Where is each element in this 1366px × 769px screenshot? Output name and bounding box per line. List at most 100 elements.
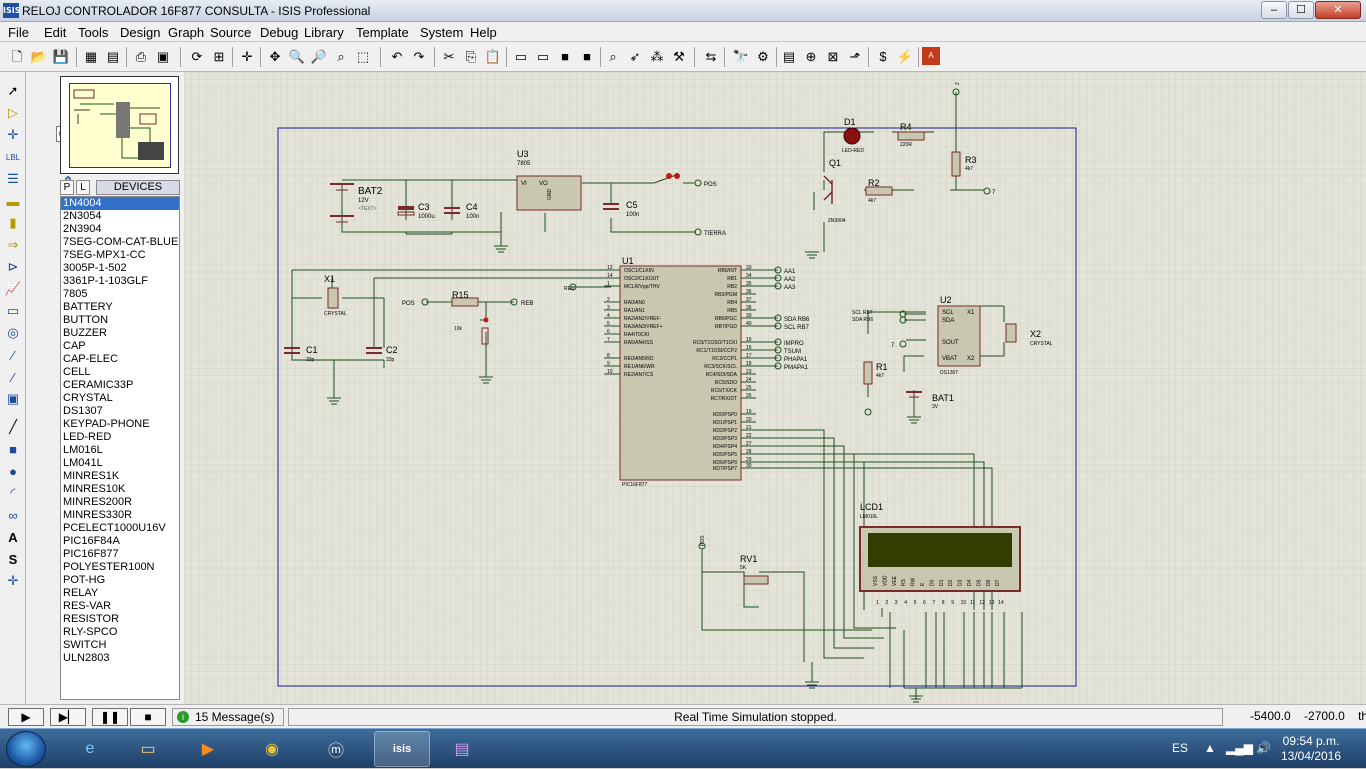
line-icon[interactable]: ╱ <box>4 418 22 436</box>
menu-debug[interactable]: Debug <box>260 25 298 40</box>
current-probe-icon[interactable]: ⁄ <box>4 368 22 386</box>
import-icon[interactable]: ▦ <box>82 47 100 65</box>
device-item[interactable]: CELL <box>61 366 179 379</box>
r1-resistor[interactable] <box>863 361 873 385</box>
exit-parent-icon[interactable]: ⬏ <box>846 47 864 65</box>
device-item[interactable]: CERAMIC33P <box>61 379 179 392</box>
selection-mode-icon[interactable]: ➚ <box>4 82 22 100</box>
r3-resistor[interactable] <box>951 151 961 177</box>
device-item[interactable]: POT-HG <box>61 574 179 587</box>
device-item[interactable]: PIC16F877 <box>61 548 179 561</box>
device-item[interactable]: BUTTON <box>61 314 179 327</box>
zoom-area-icon[interactable]: ⬚ <box>354 47 372 65</box>
device-item[interactable]: LM016L <box>61 444 179 457</box>
voltage-probe-icon[interactable]: ⁄ <box>4 346 22 364</box>
library-manager-button[interactable]: L <box>76 180 90 195</box>
generator-icon[interactable]: ◎ <box>4 324 22 342</box>
menu-system[interactable]: System <box>420 25 463 40</box>
block-move-icon[interactable]: ▭ <box>534 47 552 65</box>
x1-crystal[interactable] <box>327 287 339 309</box>
device-item[interactable]: LM041L <box>61 457 179 470</box>
menu-graph[interactable]: Graph <box>168 25 204 40</box>
device-item[interactable]: 7SEG-COM-CAT-BLUE <box>61 236 179 249</box>
block-rotate-icon[interactable]: ■ <box>556 47 574 65</box>
menu-tools[interactable]: Tools <box>78 25 108 40</box>
ares-icon[interactable]: A <box>922 47 940 65</box>
print-area-icon[interactable]: ▣ <box>154 47 172 65</box>
schematic-canvas[interactable]: BAT2 12V <TEXT> C3 1000u C4 100n U3 7805… <box>184 72 1366 704</box>
wire-autorouter-icon[interactable]: ⇆ <box>702 47 720 65</box>
electrical-check-icon[interactable]: ⚡ <box>896 47 914 65</box>
device-item[interactable]: 7805 <box>61 288 179 301</box>
file-explorer-icon[interactable]: ▭ <box>120 731 176 767</box>
switch-contact-b[interactable] <box>674 173 680 179</box>
device-item[interactable]: RESISTOR <box>61 613 179 626</box>
remove-sheet-icon[interactable]: ⊠ <box>824 47 842 65</box>
internet-explorer-icon[interactable]: e <box>62 731 118 767</box>
device-item[interactable]: BATTERY <box>61 301 179 314</box>
buses-icon[interactable]: ▬ <box>4 192 22 210</box>
volume-icon[interactable]: 🔊 <box>1256 741 1271 755</box>
device-item[interactable]: 3005P-1-502 <box>61 262 179 275</box>
isis-task-icon[interactable]: isis <box>374 731 430 767</box>
zoom-all-icon[interactable]: ⌕ <box>332 47 350 65</box>
zoom-in-icon[interactable]: 🔍 <box>288 47 306 65</box>
device-item[interactable]: PIC16F84A <box>61 535 179 548</box>
device-item[interactable]: 3361P-1-103GLF <box>61 275 179 288</box>
chrome-icon[interactable]: ◉ <box>244 731 300 767</box>
language-indicator[interactable]: ES <box>1172 741 1188 755</box>
menu-design[interactable]: Design <box>120 25 160 40</box>
origin-icon[interactable]: ✛ <box>238 47 256 65</box>
c3-symbol[interactable] <box>398 206 414 210</box>
symbol-icon[interactable]: S <box>4 550 22 568</box>
step-button[interactable]: ▶▏ <box>50 708 86 726</box>
device-item[interactable]: RLY-SPCO <box>61 626 179 639</box>
menu-template[interactable]: Template <box>356 25 409 40</box>
schematic-drawing[interactable]: BAT2 12V <TEXT> C3 1000u C4 100n U3 7805… <box>184 72 1366 704</box>
property-tool-icon[interactable]: ⚙ <box>754 47 772 65</box>
component-mode-icon[interactable]: ▷ <box>4 104 22 122</box>
device-item[interactable]: 7SEG-MPX1-CC <box>61 249 179 262</box>
device-item[interactable]: CRYSTAL <box>61 392 179 405</box>
r4-resistor[interactable] <box>897 131 925 141</box>
decompose-icon[interactable]: ⚒ <box>670 47 688 65</box>
graph-icon[interactable]: 📈 <box>4 280 22 298</box>
play-button[interactable]: ▶ <box>8 708 44 726</box>
device-item[interactable]: KEYPAD-PHONE <box>61 418 179 431</box>
device-item[interactable]: MINRES330R <box>61 509 179 522</box>
device-item[interactable]: MINRES200R <box>61 496 179 509</box>
switch-contact-a[interactable] <box>666 173 672 179</box>
device-item[interactable]: MINRES1K <box>61 470 179 483</box>
maximize-button[interactable]: ☐ <box>1288 1 1314 19</box>
winrar-icon[interactable]: ▤ <box>434 731 490 767</box>
menu-file[interactable]: File <box>8 25 29 40</box>
tape-recorder-icon[interactable]: ▭ <box>4 302 22 320</box>
minimize-button[interactable]: – <box>1261 1 1287 19</box>
subcircuit-icon[interactable]: ▮ <box>4 214 22 232</box>
block-copy-icon[interactable]: ▭ <box>512 47 530 65</box>
package-tool-icon[interactable]: ⁂ <box>648 47 666 65</box>
new-sheet-icon[interactable]: ▤ <box>780 47 798 65</box>
show-hidden-icons-icon[interactable]: ▲ <box>1204 741 1216 755</box>
search-tag-icon[interactable]: 🔭 <box>732 47 750 65</box>
undo-icon[interactable]: ↶ <box>388 47 406 65</box>
pan-icon[interactable]: ✥ <box>266 47 284 65</box>
menu-library[interactable]: Library <box>304 25 344 40</box>
overview-window[interactable] <box>60 76 179 174</box>
circle-icon[interactable]: ● <box>4 462 22 480</box>
grid-icon[interactable]: ⊞ <box>210 47 228 65</box>
add-sheet-icon[interactable]: ⊕ <box>802 47 820 65</box>
stop-button[interactable]: ■ <box>130 708 166 726</box>
device-item[interactable]: SWITCH <box>61 639 179 652</box>
refresh-icon[interactable]: ⟳ <box>188 47 206 65</box>
new-file-icon[interactable]: 🗋 <box>8 47 26 65</box>
make-device-icon[interactable]: ➶ <box>626 47 644 65</box>
close-button[interactable]: ✕ <box>1315 1 1361 19</box>
arc-icon[interactable]: ◜ <box>4 484 22 502</box>
start-button[interactable] <box>6 731 46 767</box>
device-item[interactable]: MINRES10K <box>61 483 179 496</box>
redo-icon[interactable]: ↷ <box>410 47 428 65</box>
paste-icon[interactable]: 📋 <box>484 47 502 65</box>
terminals-icon[interactable]: ⇒ <box>4 236 22 254</box>
text-icon[interactable]: A <box>4 528 22 546</box>
